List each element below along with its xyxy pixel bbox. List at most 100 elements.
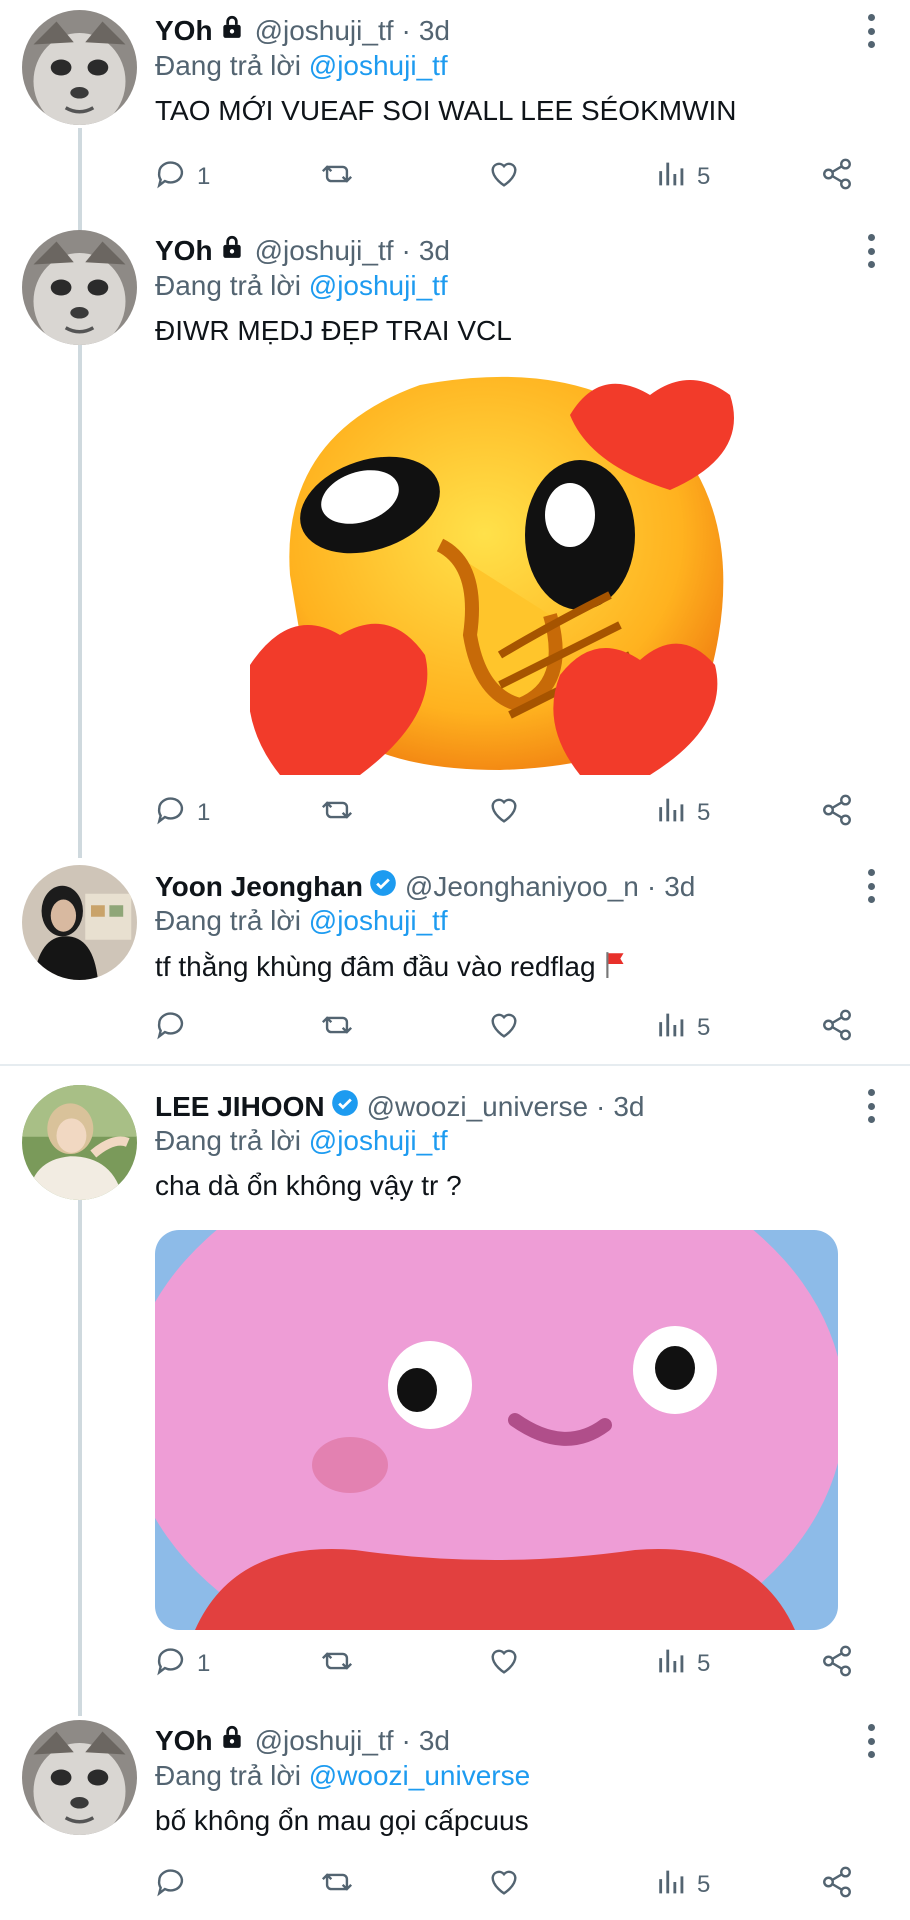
more-icon[interactable] <box>864 1089 878 1123</box>
mention-link[interactable]: @joshuji_tf <box>309 50 448 81</box>
more-icon[interactable] <box>864 14 878 48</box>
display-name[interactable]: Yoon Jeonghan <box>155 871 363 903</box>
mention-link[interactable]: @woozi_universe <box>309 1760 530 1791</box>
share-icon <box>820 157 854 198</box>
views-icon <box>655 157 689 198</box>
reply-icon <box>155 1644 189 1685</box>
meme-image[interactable] <box>155 1230 838 1630</box>
more-icon[interactable] <box>864 234 878 268</box>
timestamp[interactable]: 3d <box>419 1725 450 1757</box>
views-button[interactable]: 5 <box>655 1644 710 1684</box>
separator: · <box>401 1724 411 1756</box>
replying-to: Đang trả lời @joshuji_tf <box>155 270 448 302</box>
timestamp[interactable]: 3d <box>664 871 695 903</box>
retweet-button[interactable] <box>320 1865 354 1905</box>
share-icon <box>820 1865 854 1906</box>
reply-count: 1 <box>197 163 211 190</box>
avatar[interactable] <box>22 230 137 345</box>
retweet-icon <box>320 793 354 834</box>
avatar[interactable] <box>22 10 137 125</box>
replying-to-label: Đang trả lời <box>155 50 301 81</box>
heart-icon <box>487 1644 521 1685</box>
handle[interactable]: @woozi_universe <box>367 1091 588 1123</box>
share-icon <box>820 1644 854 1685</box>
reply-icon <box>155 157 189 198</box>
views-icon <box>655 1008 689 1049</box>
lock-icon <box>219 234 245 267</box>
share-icon <box>820 1008 854 1049</box>
tweet-text: bố không ổn mau gọi cấpcuus <box>155 1805 529 1836</box>
share-icon <box>820 793 854 834</box>
retweet-icon <box>320 1008 354 1049</box>
more-icon[interactable] <box>864 869 878 903</box>
heart-icon <box>487 1008 521 1049</box>
retweet-icon <box>320 1865 354 1906</box>
views-icon <box>655 1644 689 1685</box>
share-button[interactable] <box>820 157 854 197</box>
share-button[interactable] <box>820 1865 854 1905</box>
views-button[interactable]: 5 <box>655 1865 710 1905</box>
timestamp[interactable]: 3d <box>419 15 450 47</box>
action-bar: 1 5 <box>155 1644 855 1684</box>
reply-button[interactable]: 1 <box>155 793 210 833</box>
like-button[interactable] <box>487 1644 521 1684</box>
sticker-image[interactable] <box>250 375 775 775</box>
views-button[interactable]: 5 <box>655 1008 710 1048</box>
tweet-text: TAO MỚI VUEAF SOI WALL LEE SÉOKMWIN <box>155 95 737 126</box>
mention-link[interactable]: @joshuji_tf <box>309 270 448 301</box>
like-button[interactable] <box>487 157 521 197</box>
display-name[interactable]: YOh <box>155 235 213 267</box>
avatar[interactable] <box>22 1720 137 1835</box>
avatar[interactable] <box>22 1085 137 1200</box>
tweet[interactable]: YOh @joshuji_tf · 3d Đang trả lời @woozi… <box>0 1710 910 1920</box>
verified-badge-icon <box>331 1089 359 1124</box>
reply-icon <box>155 1865 189 1906</box>
retweet-button[interactable] <box>320 793 354 833</box>
handle[interactable]: @joshuji_tf <box>255 235 394 267</box>
timestamp[interactable]: 3d <box>613 1091 644 1123</box>
display-name[interactable]: YOh <box>155 15 213 47</box>
handle[interactable]: @joshuji_tf <box>255 15 394 47</box>
tweet[interactable]: Yoon Jeonghan @Jeonghaniyoo_n · 3d Đang … <box>0 855 910 1065</box>
reply-button[interactable] <box>155 1865 197 1905</box>
handle[interactable]: @Jeonghaniyoo_n <box>405 871 639 903</box>
reply-button[interactable]: 1 <box>155 1644 210 1684</box>
replying-to: Đang trả lời @joshuji_tf <box>155 50 448 82</box>
views-icon <box>655 793 689 834</box>
views-button[interactable]: 5 <box>655 157 710 197</box>
views-button[interactable]: 5 <box>655 793 710 833</box>
like-button[interactable] <box>487 793 521 833</box>
replying-to-label: Đang trả lời <box>155 270 301 301</box>
display-name[interactable]: YOh <box>155 1725 213 1757</box>
view-count: 5 <box>697 799 711 826</box>
separator: · <box>401 14 411 46</box>
mention-link[interactable]: @joshuji_tf <box>309 905 448 936</box>
like-button[interactable] <box>487 1865 521 1905</box>
share-button[interactable] <box>820 1008 854 1048</box>
reply-button[interactable]: 1 <box>155 157 210 197</box>
avatar[interactable] <box>22 865 137 980</box>
tweet[interactable]: LEE JIHOON @woozi_universe · 3d Đang trả… <box>0 1075 910 1705</box>
timestamp[interactable]: 3d <box>419 235 450 267</box>
reply-button[interactable] <box>155 1008 197 1048</box>
display-name[interactable]: LEE JIHOON <box>155 1091 325 1123</box>
replying-to: Đang trả lời @joshuji_tf <box>155 1125 448 1157</box>
tweet[interactable]: YOh @joshuji_tf · 3d Đang trả lời @joshu… <box>0 220 910 850</box>
retweet-button[interactable] <box>320 1008 354 1048</box>
reply-count: 1 <box>197 799 211 826</box>
separator: · <box>646 870 657 902</box>
mention-link[interactable]: @joshuji_tf <box>309 1125 448 1156</box>
tweet[interactable]: YOh @joshuji_tf · 3d Đang trả lời @joshu… <box>0 0 910 215</box>
view-count: 5 <box>697 163 711 190</box>
like-button[interactable] <box>487 1008 521 1048</box>
more-icon[interactable] <box>864 1724 878 1758</box>
views-icon <box>655 1865 689 1906</box>
share-button[interactable] <box>820 1644 854 1684</box>
heart-icon <box>487 1865 521 1906</box>
lock-icon <box>219 14 245 47</box>
view-count: 5 <box>697 1014 711 1041</box>
share-button[interactable] <box>820 793 854 833</box>
retweet-button[interactable] <box>320 157 354 197</box>
retweet-button[interactable] <box>320 1644 354 1684</box>
handle[interactable]: @joshuji_tf <box>255 1725 394 1757</box>
